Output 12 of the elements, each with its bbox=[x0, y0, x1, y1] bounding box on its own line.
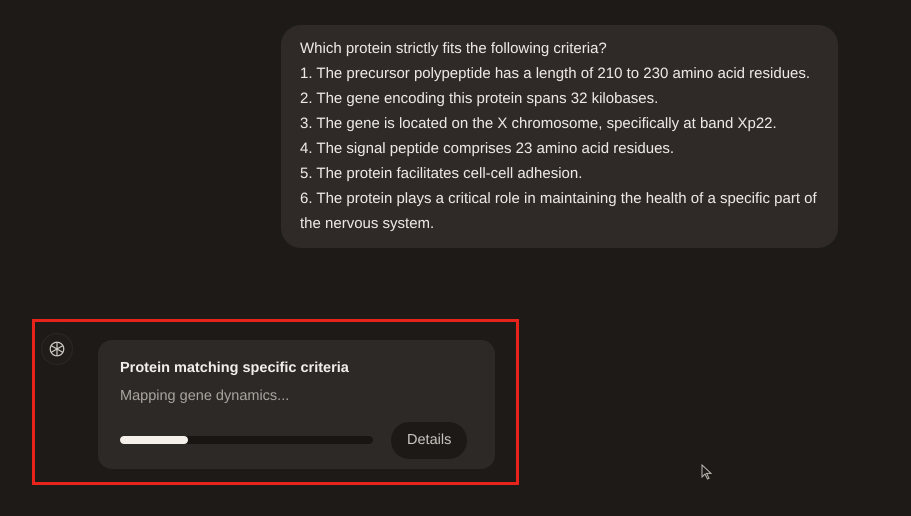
cursor-icon bbox=[701, 464, 712, 480]
message-line: 3. The gene is located on the X chromosome, specifically at band Xp22. bbox=[300, 114, 778, 134]
message-line: Which protein strictly fits the following criteria? bbox=[300, 39, 608, 59]
task-title: Protein matching specific criteria bbox=[120, 359, 350, 378]
message-line: 5. The protein facilitates cell-cell adhesion. bbox=[300, 164, 584, 184]
logo-icon bbox=[48, 340, 66, 358]
message-line: 4. The signal peptide comprises 23 amino acid residues. bbox=[300, 139, 676, 159]
message-line: 2. The gene encoding this protein spans 32 kilobases. bbox=[300, 89, 660, 109]
message-line: 1. The precursor polypeptide has a length of 210 to 230 amino acid residues. bbox=[300, 64, 812, 84]
message-line: 6. The protein plays a critical role in maintaining the health of a specific part of the nervous system. bbox=[300, 189, 818, 234]
task-status: Mapping gene dynamics... bbox=[120, 386, 290, 406]
details-button[interactable]: Details bbox=[391, 422, 468, 460]
